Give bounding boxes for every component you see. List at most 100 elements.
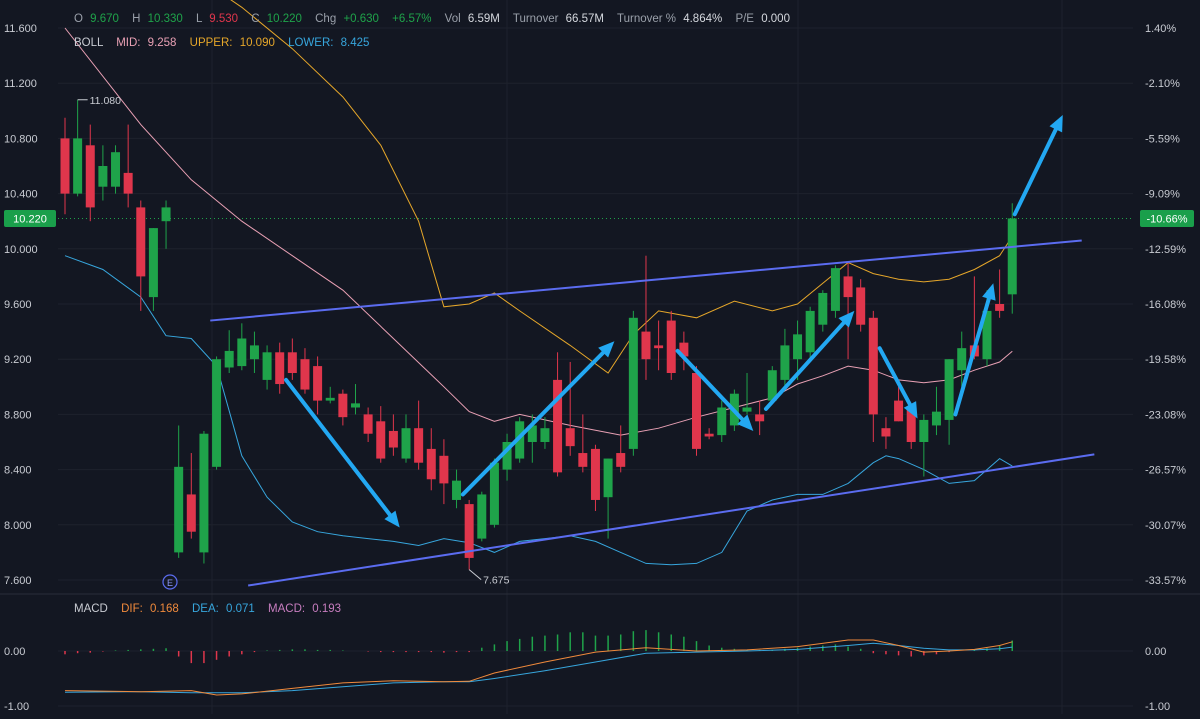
candle-body[interactable] xyxy=(376,421,386,459)
earnings-badge-letter: E xyxy=(167,578,173,588)
candle-body[interactable] xyxy=(287,352,297,373)
last-pct-value: -10.66% xyxy=(1147,213,1188,225)
candle-body[interactable] xyxy=(174,466,184,553)
candle-body[interactable] xyxy=(123,172,133,194)
candle-body[interactable] xyxy=(540,428,550,442)
candle-body[interactable] xyxy=(186,494,196,532)
candle-body[interactable] xyxy=(565,428,575,447)
candle[interactable] xyxy=(212,356,222,470)
candle-body[interactable] xyxy=(755,414,765,422)
pct-tick-label: -23.08% xyxy=(1145,409,1186,421)
candle-body[interactable] xyxy=(212,359,222,467)
candle-body[interactable] xyxy=(666,320,676,373)
candle-body[interactable] xyxy=(843,276,853,298)
candle-body[interactable] xyxy=(717,407,727,436)
candle-body[interactable] xyxy=(704,433,714,437)
candle-body[interactable] xyxy=(452,480,462,500)
candle-body[interactable] xyxy=(944,359,954,420)
candle-body[interactable] xyxy=(388,430,398,448)
low-marker-label: 7.675 xyxy=(483,575,509,587)
pct-tick-label: -19.58% xyxy=(1145,354,1186,366)
candle-body[interactable] xyxy=(830,268,840,311)
candle-body[interactable] xyxy=(199,433,209,553)
candle-body[interactable] xyxy=(603,458,613,498)
candle[interactable] xyxy=(199,430,209,564)
candle[interactable] xyxy=(628,310,638,456)
candle-body[interactable] xyxy=(692,373,701,449)
candle-body[interactable] xyxy=(477,494,487,539)
chart-canvas[interactable]: 11.600 1.40% 11.200 -2.10% 10.800 -5.59% 10.40… xyxy=(0,0,1200,714)
candle[interactable] xyxy=(692,366,701,456)
candle-body[interactable] xyxy=(805,310,815,353)
candle-body[interactable] xyxy=(793,334,803,360)
candle-body[interactable] xyxy=(237,338,247,367)
candle-body[interactable] xyxy=(73,138,83,194)
candle-body[interactable] xyxy=(363,414,373,434)
candle-body[interactable] xyxy=(489,462,499,525)
candle-body[interactable] xyxy=(439,455,449,484)
candle-body[interactable] xyxy=(818,292,828,325)
candle-body[interactable] xyxy=(262,352,272,380)
candle-body[interactable] xyxy=(1007,218,1017,295)
candle-body[interactable] xyxy=(641,331,651,360)
pct-tick-label: -16.08% xyxy=(1145,299,1186,311)
candle-body[interactable] xyxy=(98,166,108,187)
candle-body[interactable] xyxy=(578,453,588,467)
candle-body[interactable] xyxy=(136,207,146,277)
candle-body[interactable] xyxy=(780,345,790,380)
candle-body[interactable] xyxy=(931,411,941,426)
pct-tick-label: -9.09% xyxy=(1145,189,1180,201)
price-tick-label: 10.400 xyxy=(4,189,38,201)
price-tick-label: 9.600 xyxy=(4,299,32,311)
macd-tick-label-right: -1.00 xyxy=(1145,701,1170,713)
stock-chart[interactable]: 11.600 1.40% 11.200 -2.10% 10.800 -5.59% 10.40… xyxy=(0,0,1200,714)
candle-body[interactable] xyxy=(338,393,348,418)
price-tick-label: 8.800 xyxy=(4,409,32,421)
candle-body[interactable] xyxy=(249,345,259,360)
candle-body[interactable] xyxy=(60,138,70,194)
candle-body[interactable] xyxy=(275,352,285,385)
candle-body[interactable] xyxy=(161,207,171,222)
pct-tick-label: -33.57% xyxy=(1145,575,1186,587)
candle-body[interactable] xyxy=(919,419,929,442)
candle-body[interactable] xyxy=(426,448,436,480)
ohlc-header: O 9.670 H 10.330 L 9.530 C 10.220 Chg +0… xyxy=(74,13,790,25)
candle[interactable] xyxy=(489,458,499,528)
boll-legend: BOLL MID: 9.258 UPPER: 10.090 LOWER: 8.4… xyxy=(74,37,369,49)
candle-body[interactable] xyxy=(957,348,967,371)
candle-body[interactable] xyxy=(111,152,121,187)
candle-body[interactable] xyxy=(881,428,891,437)
candle[interactable] xyxy=(805,306,815,360)
candle-body[interactable] xyxy=(313,366,323,401)
candle[interactable] xyxy=(666,310,676,380)
candle-body[interactable] xyxy=(628,317,638,449)
candle-body[interactable] xyxy=(414,428,424,463)
candle-body[interactable] xyxy=(868,317,878,415)
candle-body[interactable] xyxy=(742,407,752,412)
candle-body[interactable] xyxy=(85,145,95,208)
candle-body[interactable] xyxy=(350,403,360,408)
candle[interactable] xyxy=(111,145,121,194)
candle-body[interactable] xyxy=(616,453,626,467)
candle-body[interactable] xyxy=(148,228,158,298)
candle-body[interactable] xyxy=(401,428,411,459)
candle-body[interactable] xyxy=(590,448,600,500)
macd-tick-label-right: 0.00 xyxy=(1145,646,1166,658)
candle[interactable] xyxy=(477,491,487,542)
price-tick-label: 7.600 xyxy=(4,575,32,587)
candle-body[interactable] xyxy=(856,287,866,325)
candle-body[interactable] xyxy=(894,400,904,422)
candle-body[interactable] xyxy=(325,397,335,401)
candle-body[interactable] xyxy=(224,350,234,368)
candle[interactable] xyxy=(830,265,840,318)
candle-body[interactable] xyxy=(654,345,664,349)
pct-tick-label: 1.40% xyxy=(1145,23,1176,35)
pct-tick-label: -30.07% xyxy=(1145,520,1186,532)
price-tick-label: 10.000 xyxy=(4,244,38,256)
pct-tick-label: -12.59% xyxy=(1145,244,1186,256)
candle-body[interactable] xyxy=(300,359,310,390)
pct-tick-label: -26.57% xyxy=(1145,465,1186,477)
price-tick-label: 11.200 xyxy=(4,78,37,90)
candle-body[interactable] xyxy=(995,304,1005,311)
price-tick-label: 11.600 xyxy=(4,23,37,35)
